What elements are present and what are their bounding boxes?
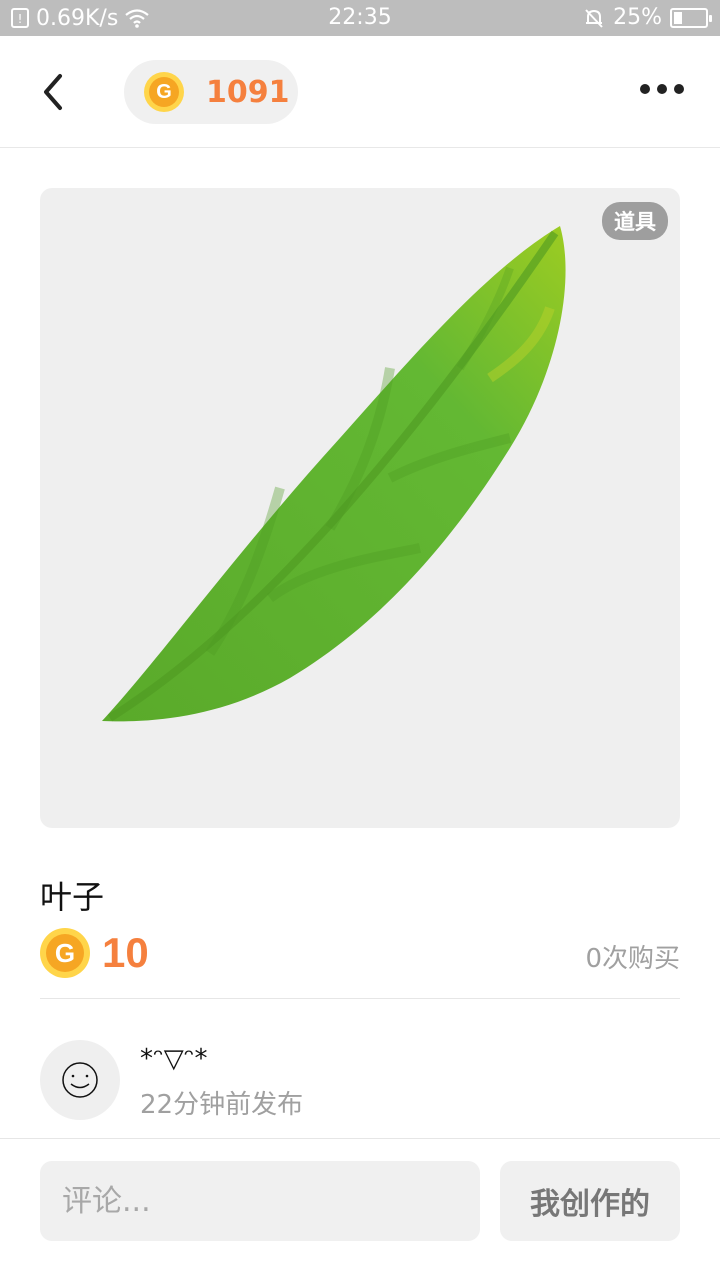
author-row[interactable]: *ᵔ▽ᵔ* 22分钟前发布 [40,1040,680,1120]
smiley-face-icon [62,1062,98,1098]
divider [40,998,680,999]
more-options-button[interactable] [640,84,684,94]
mute-bell-icon [585,8,603,28]
price-row: G 10 [40,928,149,978]
battery-percent: 25% [613,5,662,30]
status-bar: ! 0.69K/s 22:35 25% [0,0,720,36]
coin-balance: 1091 [206,74,290,110]
more-dot-icon [640,84,650,94]
author-name[interactable]: *ᵔ▽ᵔ* [140,1044,208,1074]
leaf-illustration [102,226,566,722]
avatar[interactable] [40,1040,120,1120]
purchase-count: 0次购买 [585,944,680,974]
coin-icon: G [144,72,184,112]
item-price: 10 [102,929,149,976]
item-title: 叶子 [40,878,105,916]
battery-level [674,11,682,24]
status-right: 25% [583,5,712,30]
coin-icon: G [40,928,90,978]
top-bar: G 1091 [0,36,720,148]
back-button[interactable] [36,72,76,112]
coin-balance-pill[interactable]: G 1091 [124,60,298,124]
battery-icon [670,7,712,28]
post-time: 22分钟前发布 [140,1090,304,1120]
more-dot-icon [674,84,684,94]
my-creations-button[interactable]: 我创作的 [500,1161,680,1241]
item-image-card[interactable]: 道具 [40,188,680,828]
more-dot-icon [657,84,667,94]
comment-input[interactable] [40,1161,480,1241]
item-tag: 道具 [602,202,668,240]
bottom-bar: 我创作的 [0,1138,720,1280]
chevron-left-icon [44,74,62,110]
